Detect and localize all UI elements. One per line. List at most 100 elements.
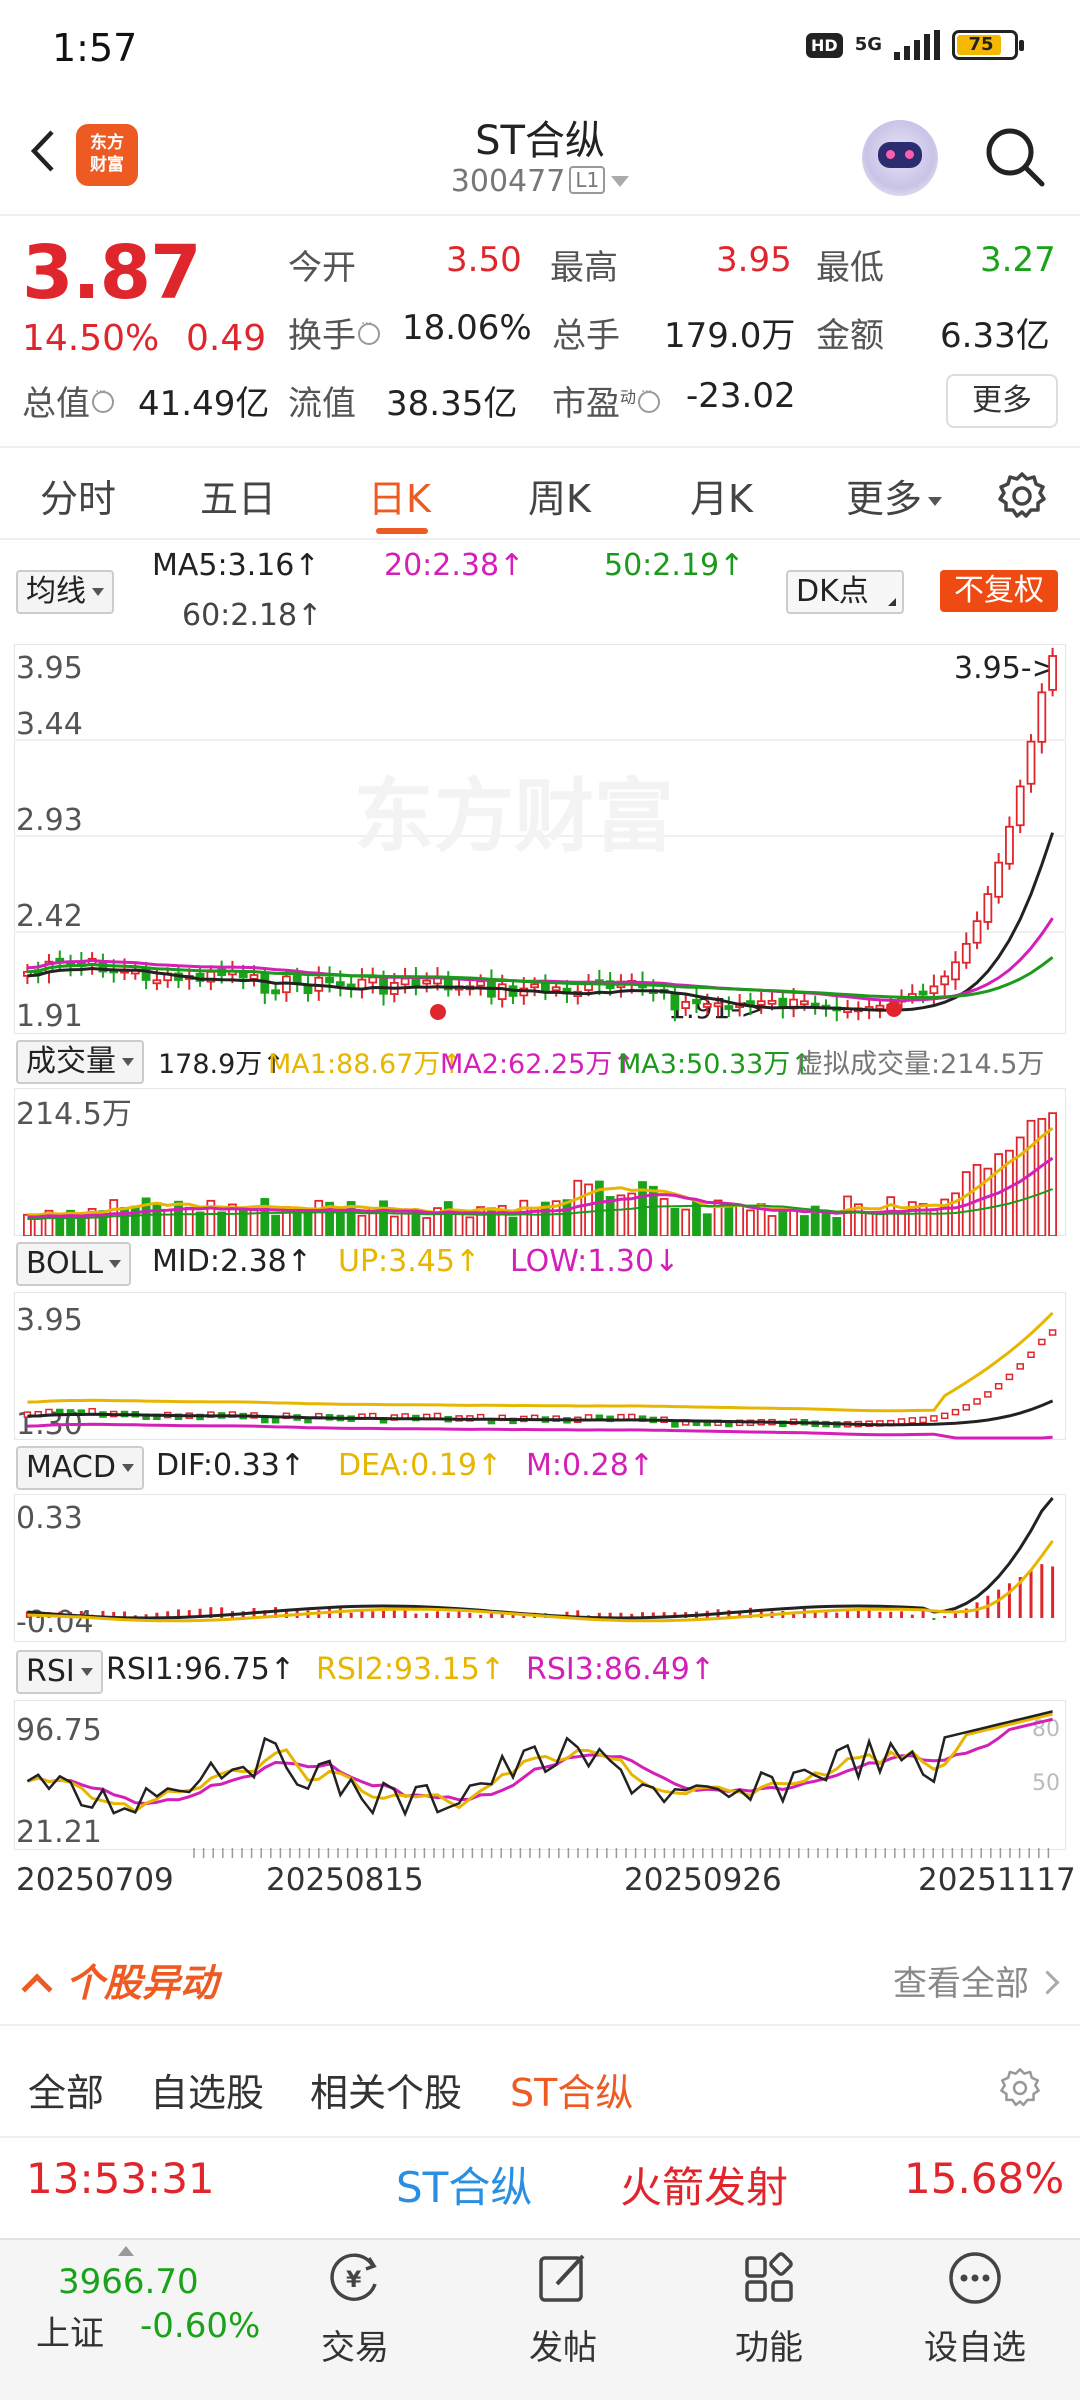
candle-body xyxy=(1048,655,1058,691)
kline-chart[interactable]: 东方财富 3.95 3.44 2.93 2.42 1.91 3.95-> 1.9… xyxy=(14,644,1066,1034)
macd-bar xyxy=(943,1616,947,1618)
high-label: 最高 xyxy=(550,248,618,288)
boll-candle xyxy=(671,1421,679,1428)
candle-body xyxy=(692,998,701,1005)
boll-candle xyxy=(930,1415,938,1422)
nav-add-watchlist[interactable]: 设自选 xyxy=(900,2248,1050,2369)
macd-bar xyxy=(468,1612,472,1618)
index-change[interactable]: -0.60% xyxy=(140,2306,260,2346)
index-name[interactable]: 上证 xyxy=(36,2306,104,2355)
candle-body xyxy=(260,973,270,994)
candle-body xyxy=(238,971,248,979)
nav-functions[interactable]: 功能 xyxy=(694,2248,844,2369)
info-icon[interactable] xyxy=(638,384,661,413)
candle-body xyxy=(1015,785,1025,827)
volume-bar xyxy=(702,1213,712,1236)
signal-dot xyxy=(430,1004,446,1020)
info-icon[interactable] xyxy=(358,316,380,345)
boll-candle xyxy=(271,1416,280,1424)
tab-five-day[interactable]: 五日 xyxy=(200,468,276,523)
volume-bar xyxy=(195,1211,205,1236)
dk-point-button[interactable]: DK点 xyxy=(786,570,904,614)
macd-bar xyxy=(1029,1570,1033,1618)
volume-bar xyxy=(357,1214,367,1236)
volume-bar xyxy=(389,1215,399,1236)
mv-time: 13:53:31 xyxy=(26,2154,215,2203)
candle-body xyxy=(681,1000,691,1010)
more-button[interactable]: 更多 xyxy=(946,374,1058,428)
mv-percent: 15.68% xyxy=(904,2154,1065,2203)
settings-gear-icon[interactable] xyxy=(996,470,1048,522)
volume-bar xyxy=(249,1206,259,1236)
index-value[interactable]: 3966.70 xyxy=(58,2262,199,2302)
candle-body xyxy=(530,983,540,989)
tab-daily-k[interactable]: 日K xyxy=(368,468,431,523)
x-axis-ticks xyxy=(193,1848,1050,1858)
volume-bar xyxy=(260,1198,270,1236)
stock-code: 300477 xyxy=(450,164,566,199)
volume-bar xyxy=(335,1212,345,1236)
network-icon: 5G xyxy=(854,34,882,55)
nav-trade[interactable]: ¥ 交易 xyxy=(280,2248,430,2369)
nav-trade-label: 交易 xyxy=(321,2328,389,2368)
volume-bar xyxy=(681,1208,691,1236)
movers-row[interactable]: 13:53:31 ST合纵 火箭发射 15.68% xyxy=(0,2140,1080,2236)
assistant-robot-icon[interactable] xyxy=(862,120,938,196)
high-value: 3.95 xyxy=(716,240,792,280)
tab-weekly-k[interactable]: 周K xyxy=(528,468,591,523)
vol-ma3: MA3:50.33万↑ xyxy=(618,1049,813,1080)
candle-body xyxy=(875,1004,885,1010)
candle-body xyxy=(670,992,680,1011)
macd-selector[interactable]: MACD xyxy=(16,1446,144,1490)
candle-body xyxy=(325,976,334,984)
nav-post[interactable]: 发帖 xyxy=(488,2248,638,2369)
ma60-value: 60:2.18↑ xyxy=(182,598,323,633)
mv-stock-name[interactable]: ST合纵 xyxy=(396,2154,532,2215)
nav-add-watchlist-label: 设自选 xyxy=(924,2328,1026,2368)
volume-bar xyxy=(778,1207,788,1236)
tab-more[interactable]: 更多 xyxy=(846,468,942,523)
boll-candle xyxy=(919,1416,927,1424)
volume-bar xyxy=(411,1210,421,1236)
ma-selector[interactable]: 均线 xyxy=(16,570,114,614)
macd-bar xyxy=(479,1614,483,1618)
x-date-3: 20250926 xyxy=(624,1862,782,1898)
info-icon[interactable] xyxy=(92,384,114,413)
mv-tab-related[interactable]: 相关个股 xyxy=(310,2062,462,2117)
vol-ma2: MA2:62.25万↑ xyxy=(440,1049,635,1080)
macd-bar xyxy=(425,1613,429,1618)
movers-title: 个股异动 xyxy=(21,1952,218,2007)
rsi-selector[interactable]: RSI xyxy=(16,1650,103,1694)
candle-body xyxy=(249,974,259,980)
volume-bar xyxy=(897,1211,906,1236)
mv-tab-all[interactable]: 全部 xyxy=(28,2062,104,2117)
volume-chart[interactable]: 214.5万 xyxy=(14,1088,1066,1236)
mv-tab-watchlist[interactable]: 自选股 xyxy=(150,2062,264,2117)
search-icon[interactable] xyxy=(980,122,1050,192)
macd-chart[interactable]: 0.33 -0.04 xyxy=(14,1494,1066,1642)
vol-ma1: MA1:88.67万↑ xyxy=(268,1049,463,1080)
mv-tab-stock[interactable]: ST合纵 xyxy=(510,2062,633,2117)
macd-y-bottom: -0.04 xyxy=(16,1605,94,1640)
macd-bar xyxy=(900,1611,904,1618)
low-value: 3.27 xyxy=(980,240,1056,280)
rsi-chart[interactable]: 96.75 21.21 80 50 xyxy=(14,1700,1066,1850)
boll-selector[interactable]: BOLL xyxy=(16,1242,132,1286)
volume-label: 总手 xyxy=(552,316,620,356)
view-all-link[interactable]: 查看全部 xyxy=(893,1956,1056,2005)
movers-tabs: 全部 自选股 相关个股 ST合纵 xyxy=(0,2028,1080,2138)
battery-level: 75 xyxy=(968,34,994,55)
candle-body xyxy=(271,989,281,995)
expand-caret-icon[interactable] xyxy=(118,2246,134,2256)
volume-bar xyxy=(508,1216,518,1236)
settings-gear-icon[interactable] xyxy=(998,2066,1042,2110)
boll-chart[interactable]: 3.95 1.30 xyxy=(14,1292,1066,1440)
tab-monthly-k[interactable]: 月K xyxy=(690,468,753,523)
no-adjust-button[interactable]: 不复权 xyxy=(940,570,1058,612)
volume-bar xyxy=(217,1211,227,1236)
tab-minute[interactable]: 分时 xyxy=(40,468,116,523)
volume-bar xyxy=(843,1195,852,1236)
macd-bar xyxy=(953,1613,957,1618)
watermark: 东方财富 xyxy=(354,770,674,863)
volume-selector[interactable]: 成交量 xyxy=(16,1040,144,1084)
